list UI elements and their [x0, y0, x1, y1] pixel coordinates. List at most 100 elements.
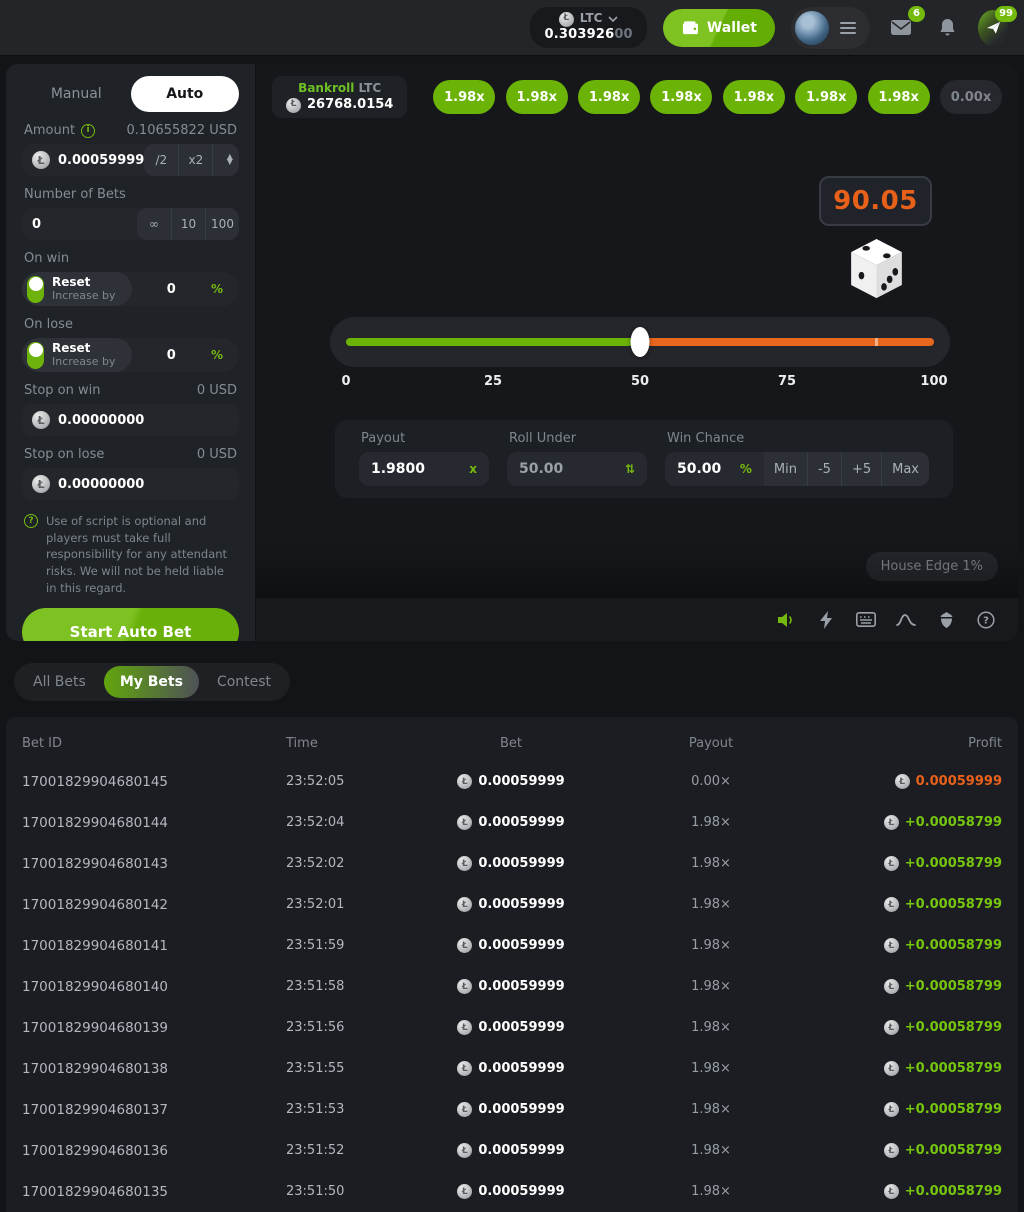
tab-manual[interactable]: Manual — [22, 76, 131, 112]
percent-suffix: % — [211, 282, 223, 296]
bet-id-link[interactable]: 17001829904680143 — [22, 856, 286, 872]
on-win-value[interactable]: 0 — [132, 282, 211, 297]
bet-amount: Ł0.00059999 — [426, 979, 596, 994]
table-body: 17001829904680145 23:52:05 Ł0.00059999 0… — [6, 761, 1018, 1212]
slider-knob[interactable] — [631, 327, 650, 357]
multiplier-pill[interactable]: 1.98x — [433, 80, 495, 114]
ltc-coin-icon: Ł — [457, 1184, 472, 1199]
swap-icon[interactable]: ⇅ — [625, 462, 635, 476]
bet-id-link[interactable]: 17001829904680139 — [22, 1020, 286, 1036]
multiplier-pill[interactable]: 1.98x — [723, 80, 785, 114]
tab-all-bets[interactable]: All Bets — [17, 666, 102, 698]
hundred-bets-button[interactable]: 100 — [205, 208, 239, 240]
bet-id-link[interactable]: 17001829904680142 — [22, 897, 286, 913]
multiplier-pill[interactable]: 1.98x — [868, 80, 930, 114]
table-row[interactable]: 17001829904680144 23:52:04 Ł0.00059999 1… — [6, 802, 1018, 843]
help-button[interactable]: ? — [966, 611, 1006, 629]
infinity-button[interactable]: ∞ — [137, 208, 171, 240]
balance: 0.30392600 — [544, 27, 632, 44]
table-row[interactable]: 17001829904680145 23:52:05 Ł0.00059999 0… — [6, 761, 1018, 802]
bet-id-link[interactable]: 17001829904680138 — [22, 1061, 286, 1077]
scale-label: 25 — [484, 374, 502, 389]
notifications-button[interactable] — [932, 13, 962, 43]
double-button[interactable]: x2 — [178, 144, 212, 176]
user-menu[interactable] — [791, 7, 870, 49]
roll-slider[interactable] — [330, 317, 950, 367]
hotkeys-button[interactable] — [846, 612, 886, 627]
bet-id-link[interactable]: 17001829904680141 — [22, 938, 286, 954]
win-chance-input[interactable]: 50.00 % Min -5 +5 Max — [665, 452, 929, 486]
info-icon[interactable]: i — [81, 124, 95, 138]
stop-on-lose-label: Stop on lose — [24, 447, 104, 462]
on-win-toggle[interactable]: Reset Increase by — [22, 272, 132, 306]
bet-id-link[interactable]: 17001829904680140 — [22, 979, 286, 995]
roll-under-input[interactable]: 50.00 ⇅ — [507, 452, 647, 486]
seed-button[interactable] — [926, 611, 966, 629]
bet-time: 23:52:04 — [286, 815, 426, 830]
minus5-button[interactable]: -5 — [807, 452, 841, 486]
ltc-coin-icon: Ł — [457, 1143, 472, 1158]
ltc-coin-icon: Ł — [32, 475, 50, 493]
table-row[interactable]: 17001829904680143 23:52:02 Ł0.00059999 1… — [6, 843, 1018, 884]
half-button[interactable]: /2 — [144, 144, 178, 176]
fast-mode-button[interactable] — [806, 611, 846, 629]
col-bet-id: Bet ID — [22, 736, 286, 751]
toggle-icon — [27, 276, 44, 303]
multiplier-pill[interactable]: 1.98x — [795, 80, 857, 114]
table-row[interactable]: 17001829904680138 23:51:55 Ł0.00059999 1… — [6, 1048, 1018, 1089]
multiplier-pill[interactable]: 1.98x — [506, 80, 568, 114]
bet-amount: Ł0.00059999 — [426, 815, 596, 830]
bet-id-link[interactable]: 17001829904680137 — [22, 1102, 286, 1118]
min-button[interactable]: Min — [764, 452, 807, 486]
col-payout: Payout — [596, 736, 826, 751]
multiplier-pill[interactable]: 1.98x — [578, 80, 640, 114]
table-row[interactable]: 17001829904680136 23:51:52 Ł0.00059999 1… — [6, 1130, 1018, 1171]
on-lose-value[interactable]: 0 — [132, 348, 211, 363]
bet-payout: 1.98× — [596, 1061, 826, 1076]
bet-profit: Ł+0.00058799 — [826, 1102, 1002, 1117]
stop-on-lose-input[interactable]: Ł0.00000000 — [22, 468, 239, 500]
bet-id-link[interactable]: 17001829904680145 — [22, 774, 286, 790]
help-icon: ? — [977, 611, 995, 629]
bets-table: Bet ID Time Bet Payout Profit 1700182990… — [6, 717, 1018, 1212]
table-row[interactable]: 17001829904680140 23:51:58 Ł0.00059999 1… — [6, 966, 1018, 1007]
slider-track[interactable] — [346, 338, 934, 346]
amount-input[interactable]: Ł0.00059999 /2 x2 ▲▼ — [22, 144, 239, 176]
start-auto-bet-button[interactable]: Start Auto Bet — [22, 608, 239, 641]
bet-payout: 1.98× — [596, 1020, 826, 1035]
number-of-bets-input[interactable]: 0 ∞ 10 100 — [22, 208, 239, 240]
table-row[interactable]: 17001829904680142 23:52:01 Ł0.00059999 1… — [6, 884, 1018, 925]
bankroll-box: Bankroll LTC Ł26768.0154 — [272, 76, 407, 118]
ten-bets-button[interactable]: 10 — [171, 208, 205, 240]
bet-amount: Ł0.00059999 — [426, 938, 596, 953]
tab-auto[interactable]: Auto — [131, 76, 240, 112]
bet-amount: Ł0.00059999 — [426, 1102, 596, 1117]
bet-id-link[interactable]: 17001829904680136 — [22, 1143, 286, 1159]
wallet-button[interactable]: Wallet — [663, 9, 775, 47]
table-row[interactable]: 17001829904680135 23:51:50 Ł0.00059999 1… — [6, 1171, 1018, 1212]
ltc-coin-icon: Ł — [884, 1061, 899, 1076]
stop-on-win-input[interactable]: Ł0.00000000 — [22, 404, 239, 436]
chat-button[interactable]: 99 — [978, 13, 1008, 43]
table-row[interactable]: 17001829904680137 23:51:53 Ł0.00059999 1… — [6, 1089, 1018, 1130]
table-row[interactable]: 17001829904680141 23:51:59 Ł0.00059999 1… — [6, 925, 1018, 966]
stats-button[interactable] — [886, 613, 926, 627]
currency-selector[interactable]: Ł LTC 0.30392600 — [530, 7, 646, 47]
bet-amount: Ł0.00059999 — [426, 897, 596, 912]
tab-contest[interactable]: Contest — [201, 666, 287, 698]
plus5-button[interactable]: +5 — [841, 452, 881, 486]
table-row[interactable]: 17001829904680139 23:51:56 Ł0.00059999 1… — [6, 1007, 1018, 1048]
multiplier-pill[interactable]: 1.98x — [650, 80, 712, 114]
max-button[interactable]: Max — [881, 452, 929, 486]
bet-id-link[interactable]: 17001829904680135 — [22, 1184, 286, 1200]
dice-game-area: Bankroll LTC Ł26768.0154 1.98x 1.98x 1.98x… — [256, 64, 1018, 641]
multiplier-pill[interactable]: 0.00x — [940, 80, 1002, 114]
stop-on-lose-usd: 0 USD — [197, 447, 237, 462]
mail-button[interactable]: 6 — [886, 13, 916, 43]
amount-stepper[interactable]: ▲▼ — [212, 144, 239, 176]
on-lose-toggle[interactable]: Reset Increase by — [22, 338, 132, 372]
payout-input[interactable]: 1.9800 x — [359, 452, 489, 486]
tab-my-bets[interactable]: My Bets — [104, 666, 199, 698]
bet-id-link[interactable]: 17001829904680144 — [22, 815, 286, 831]
sound-button[interactable] — [766, 612, 806, 628]
